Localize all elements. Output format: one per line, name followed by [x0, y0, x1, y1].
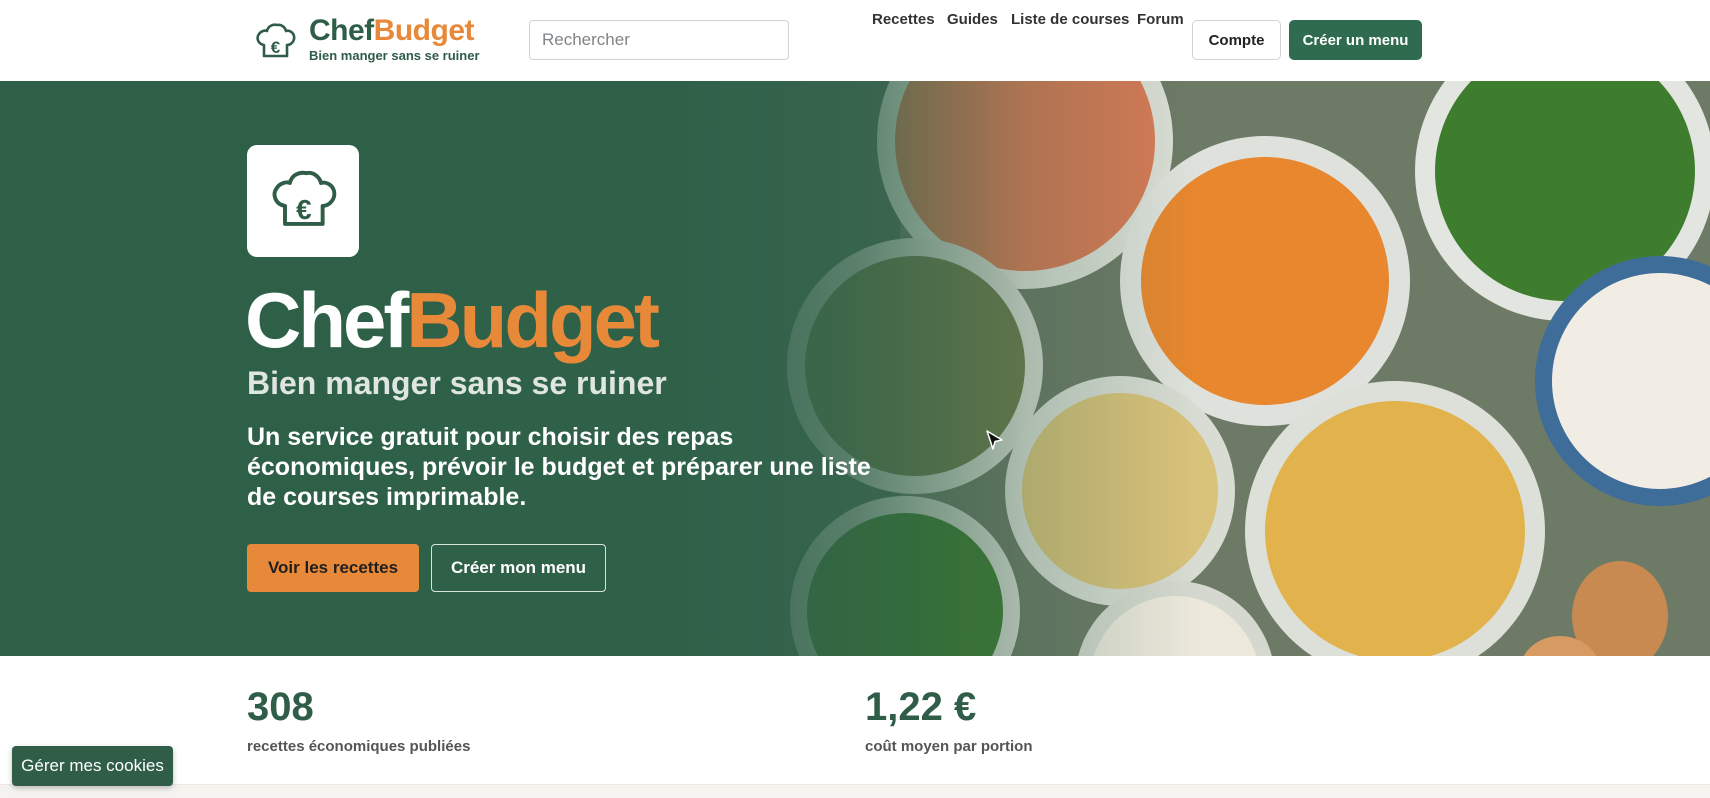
hero-title: ChefBudget [245, 276, 660, 364]
hero-description: Un service gratuit pour choisir des repa… [247, 423, 871, 511]
create-my-menu-button[interactable]: Créer mon menu [431, 544, 606, 592]
nav-link-forum[interactable]: Forum [1137, 11, 1184, 28]
manage-cookies-button[interactable]: Gérer mes cookies [12, 746, 173, 786]
stats-section: 308 recettes économiques publiées 1,22 €… [0, 656, 1710, 784]
stat-value: 308 [247, 685, 314, 729]
view-recipes-button[interactable]: Voir les recettes [247, 544, 419, 592]
chef-hat-euro-icon: € [256, 23, 296, 58]
next-section-edge [0, 784, 1710, 798]
hero-subtitle: Bien manger sans se ruiner [247, 365, 667, 401]
stat-recipes: 308 recettes économiques publiées [247, 686, 470, 755]
site-header: € ChefBudget Bien manger sans se ruiner … [0, 0, 1710, 81]
stat-cost-per-portion: 1,22 € coût moyen par portion [865, 686, 1033, 755]
account-button[interactable]: Compte [1192, 20, 1281, 60]
hero-title-chef: Chef [245, 276, 409, 364]
search-input[interactable] [529, 20, 789, 60]
nav-link-guides[interactable]: Guides [947, 11, 998, 28]
logo-tagline: Bien manger sans se ruiner [309, 48, 480, 63]
site-logo[interactable]: € ChefBudget Bien manger sans se ruiner [253, 16, 480, 64]
hero-section: € ChefBudget Bien manger sans se ruiner … [0, 81, 1710, 656]
mouse-cursor-icon [986, 430, 1003, 450]
svg-text:€: € [296, 194, 311, 225]
create-menu-button[interactable]: Créer un menu [1289, 20, 1422, 60]
stat-value: 1,22 € [865, 685, 977, 729]
logo-chef-text: Chef [309, 14, 374, 47]
chef-hat-euro-icon: € [272, 170, 337, 226]
stat-label: coût moyen par portion [865, 738, 1033, 755]
nav-link-liste-courses[interactable]: Liste de courses [1011, 11, 1129, 28]
stat-label: recettes économiques publiées [247, 738, 471, 755]
hero-title-budget: Budget [406, 276, 660, 364]
logo-budget-text: Budget [373, 14, 475, 47]
hero-logo-box: € [247, 145, 359, 257]
nav-link-recettes[interactable]: Recettes [872, 11, 935, 28]
svg-text:€: € [271, 38, 281, 57]
